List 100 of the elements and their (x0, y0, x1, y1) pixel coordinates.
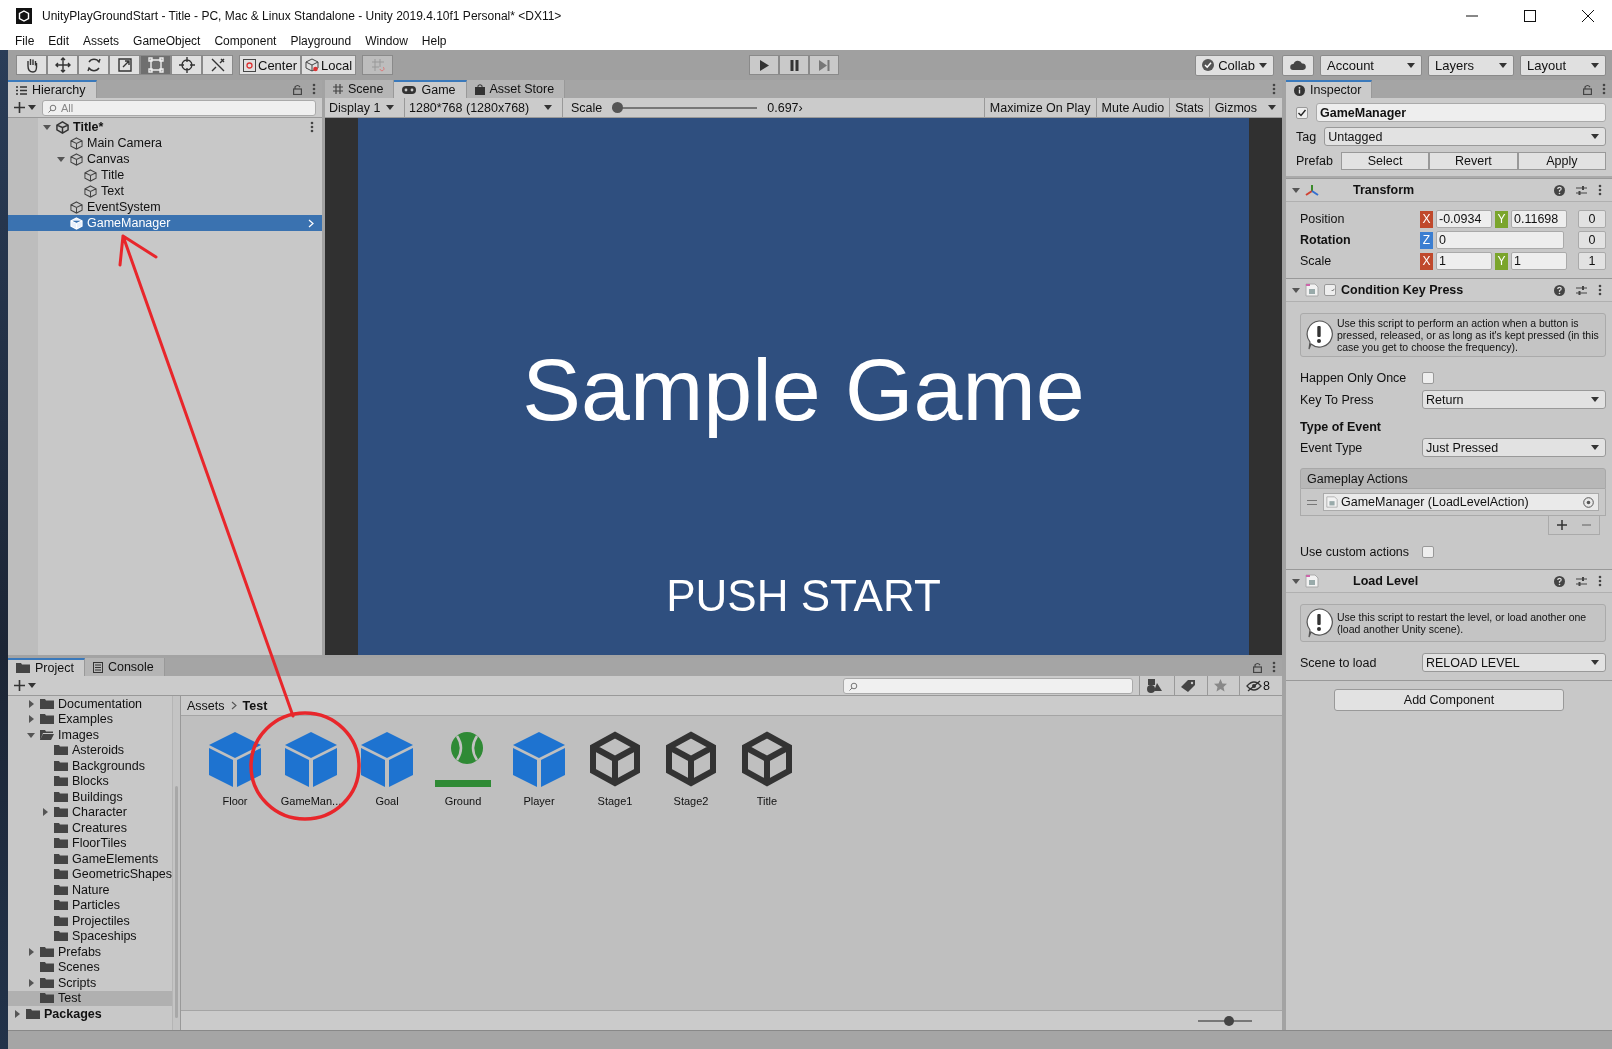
folder-item[interactable]: Documentation (8, 696, 173, 712)
disclosure-triangle-icon[interactable] (1292, 577, 1300, 585)
display-dropdown[interactable]: Display 1 (325, 98, 405, 117)
collab-dropdown[interactable]: Collab (1195, 54, 1274, 76)
game-view-button[interactable]: Gizmos (1208, 98, 1262, 117)
layers-dropdown[interactable]: Layers (1428, 54, 1514, 76)
folder-item[interactable]: Scenes (8, 959, 173, 975)
lock-icon[interactable] (1253, 661, 1262, 673)
folder-item[interactable]: Character (8, 804, 173, 820)
disclosure-triangle-icon[interactable] (41, 808, 49, 817)
search-field[interactable]: All (42, 99, 316, 116)
number-field[interactable]: 1 (1578, 252, 1606, 270)
panel-tab[interactable]: Console (84, 658, 165, 676)
tool-button[interactable] (47, 55, 78, 75)
menu-item[interactable]: Window (358, 33, 415, 48)
folder-item[interactable]: Spaceships (8, 928, 173, 944)
disclosure-triangle-icon[interactable] (57, 155, 65, 163)
asset-label[interactable]: Player (523, 795, 555, 807)
folder-item[interactable]: Projectiles (8, 913, 173, 929)
number-field[interactable]: 1 (1511, 252, 1567, 270)
close-icon[interactable] (1582, 9, 1594, 22)
folder-item[interactable]: Prefabs (8, 944, 173, 960)
account-dropdown[interactable]: Account (1320, 54, 1422, 76)
space-button[interactable]: Local (301, 55, 357, 75)
prefab-button[interactable]: Apply (1517, 151, 1606, 170)
breadcrumb-item[interactable]: Test (242, 698, 268, 713)
menu-icon[interactable] (1272, 83, 1276, 95)
disclosure-triangle-icon[interactable] (27, 947, 35, 956)
number-field[interactable]: 0 (1578, 231, 1606, 249)
menu-item[interactable]: Edit (41, 33, 77, 48)
tool-button[interactable] (78, 55, 109, 75)
panel-tab[interactable]: Game (394, 80, 467, 98)
target-icon[interactable] (1583, 496, 1594, 508)
disclosure-triangle-icon[interactable] (1292, 286, 1300, 294)
menu-icon[interactable] (310, 121, 314, 133)
number-field[interactable]: 1 (1436, 252, 1492, 270)
help-icon[interactable] (1554, 184, 1565, 196)
resolution-dropdown[interactable]: 1280*768 (1280x768) (405, 98, 563, 117)
tool-button[interactable] (202, 55, 233, 75)
hierarchy-item[interactable]: GameManager (8, 215, 322, 231)
folder-item[interactable]: Scripts (8, 975, 173, 991)
disclosure-triangle-icon[interactable] (27, 699, 35, 708)
checkbox[interactable] (1422, 545, 1434, 558)
asset-label[interactable]: Goal (375, 795, 399, 807)
help-icon[interactable] (1554, 575, 1565, 587)
dropdown[interactable]: Return (1422, 390, 1606, 409)
tool-button[interactable] (16, 55, 47, 75)
menu-icon[interactable] (1602, 83, 1606, 95)
menu-item[interactable]: Playground (283, 33, 359, 48)
create-button[interactable] (14, 102, 36, 113)
hidden-packages-button[interactable]: 8 (1239, 676, 1276, 695)
name-field[interactable]: GameManager (1316, 103, 1606, 122)
folder-item[interactable]: Images (8, 727, 173, 743)
number-field[interactable]: 0.11698 (1511, 210, 1567, 228)
cloud-button[interactable] (1282, 54, 1314, 76)
menu-item[interactable]: Component (207, 33, 284, 48)
hierarchy-item[interactable]: Main Camera (8, 135, 322, 151)
prefab-button[interactable]: Revert (1429, 151, 1518, 170)
drag-handle-icon[interactable] (1307, 499, 1317, 505)
dropdown[interactable]: RELOAD LEVEL (1422, 653, 1606, 672)
asset-label[interactable]: Stage1 (597, 795, 633, 807)
panel-tab[interactable]: Asset Store (466, 80, 566, 98)
disclosure-triangle-icon[interactable] (13, 1009, 21, 1018)
folder-item[interactable]: Test (8, 990, 173, 1006)
breadcrumb-item[interactable]: Assets (187, 698, 225, 713)
game-view-button[interactable]: Maximize On Play (983, 98, 1096, 117)
menu-icon[interactable] (312, 83, 316, 95)
folder-item[interactable]: Examples (8, 711, 173, 727)
hierarchy-item[interactable]: Canvas (8, 151, 322, 167)
checkbox[interactable] (1296, 106, 1308, 119)
asset-label[interactable]: Title (756, 795, 778, 807)
disclosure-triangle-icon[interactable] (43, 123, 51, 131)
folder-item[interactable]: Buildings (8, 789, 173, 805)
dropdown[interactable]: Just Pressed (1422, 438, 1606, 457)
game-view-button[interactable]: Mute Audio (1095, 98, 1170, 117)
hierarchy-item[interactable]: Text (8, 183, 322, 199)
disclosure-triangle-icon[interactable] (27, 730, 35, 739)
asset-label[interactable]: GameMan... (280, 795, 342, 807)
tool-button[interactable] (109, 55, 140, 75)
menu-item[interactable]: Help (414, 33, 454, 48)
add-icon[interactable] (1556, 520, 1567, 530)
pivot-button[interactable]: Center (239, 55, 302, 75)
folder-item[interactable]: Creatures (8, 820, 173, 836)
folder-item[interactable]: GameElements (8, 851, 173, 867)
chevron-right-icon[interactable] (308, 218, 314, 228)
lock-icon[interactable] (293, 83, 302, 95)
menu-icon[interactable] (1598, 184, 1602, 196)
scrollbar[interactable] (172, 696, 180, 1030)
folder-item[interactable]: Packages (8, 1006, 173, 1022)
object-field[interactable]: GameManager (LoadLevelAction) (1323, 493, 1599, 511)
settings-sliders-icon[interactable] (1576, 184, 1587, 196)
settings-sliders-icon[interactable] (1576, 284, 1587, 296)
menu-item[interactable]: File (8, 33, 42, 48)
disclosure-triangle-icon[interactable] (1292, 186, 1300, 194)
folder-item[interactable]: Nature (8, 882, 173, 898)
search-field[interactable] (843, 677, 1134, 694)
number-field[interactable]: 0 (1578, 210, 1606, 228)
disclosure-triangle-icon[interactable] (27, 715, 35, 724)
asset-label[interactable]: Floor (222, 795, 248, 807)
menu-icon[interactable] (1598, 575, 1602, 587)
